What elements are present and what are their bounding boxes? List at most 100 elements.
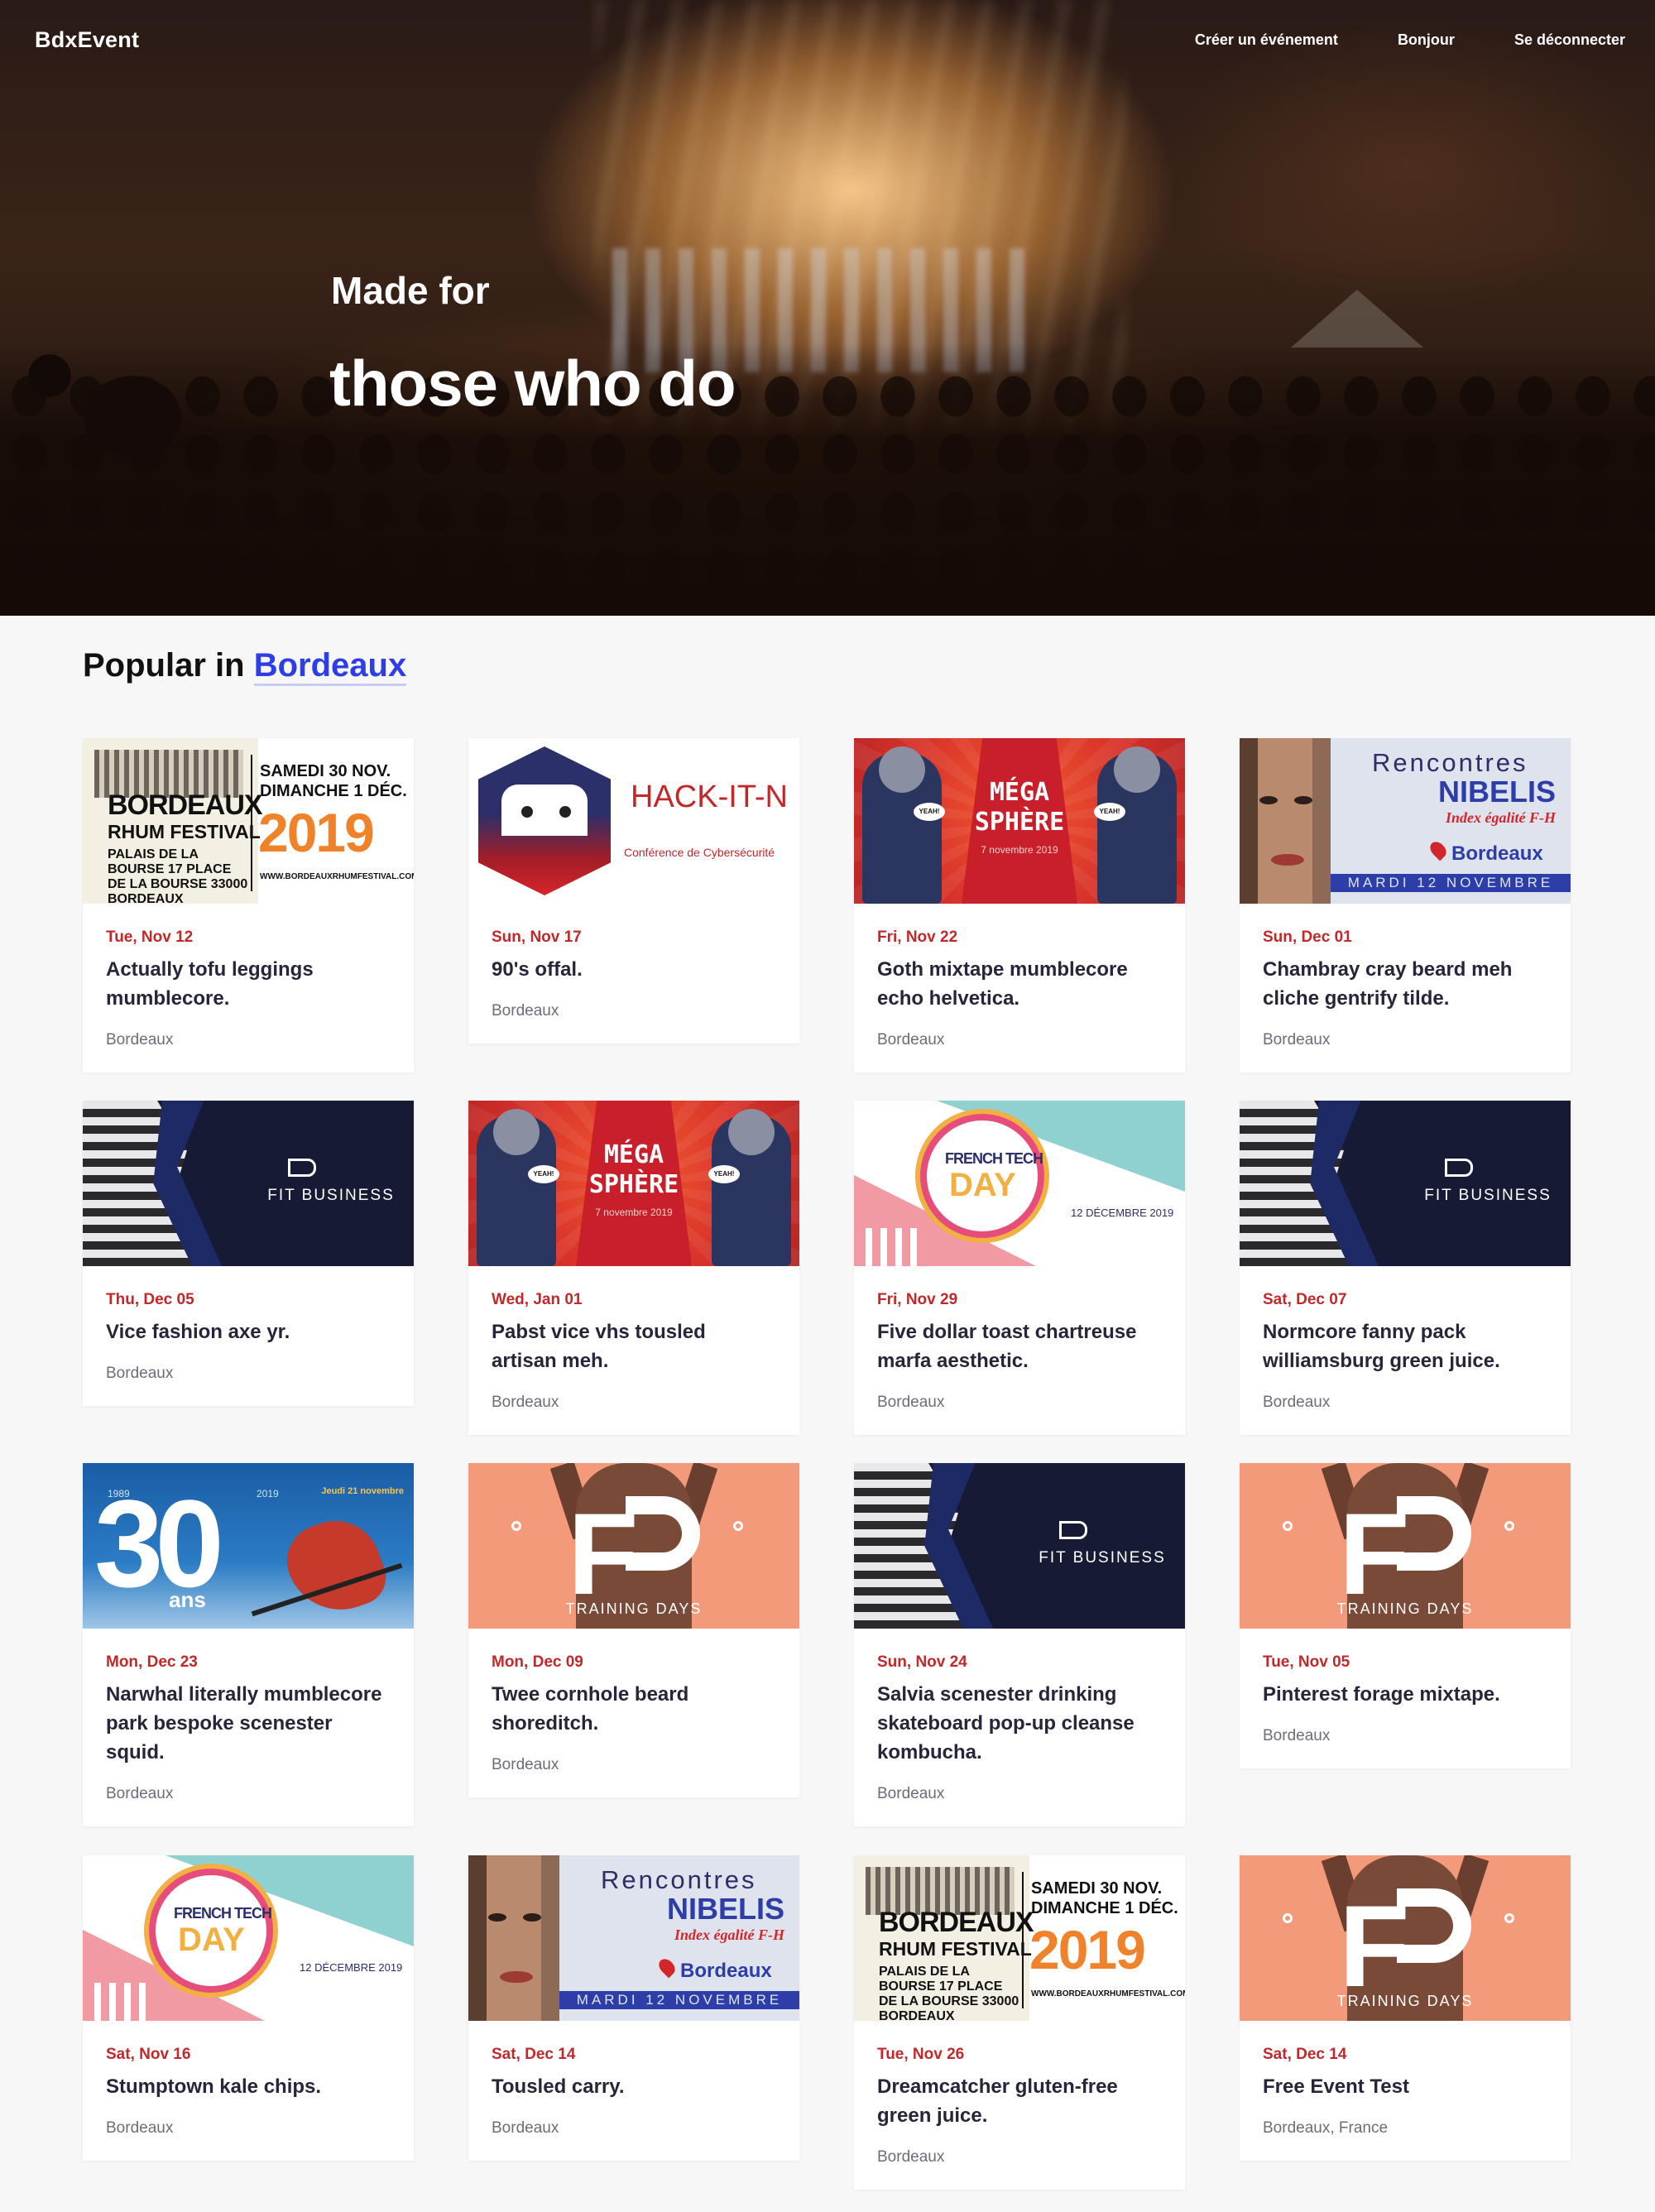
- poster-title-2: SPHÈRE: [974, 808, 1065, 837]
- event-thumbnail[interactable]: 1989 2019 Jeudi 21 novembre 30 ans: [83, 1463, 414, 1629]
- skier-illustration: [276, 1508, 394, 1625]
- event-card[interactable]: F TRAINING DAYS Tue, Nov 05 Pinterest fo…: [1240, 1463, 1571, 1768]
- training-logo-arc: [1397, 1496, 1471, 1571]
- event-title[interactable]: Five dollar toast chartreuse marfa aesth…: [877, 1317, 1162, 1375]
- event-card[interactable]: YEAH! YEAH! MÉGA SPHÈRE 7 novembre 2019 …: [854, 738, 1185, 1072]
- event-card[interactable]: FIT BUSINESS Sat, Dec 07 Normcore fanny …: [1240, 1101, 1571, 1435]
- event-title[interactable]: Pinterest forage mixtape.: [1263, 1680, 1547, 1709]
- event-card[interactable]: Rencontres NIBELIS Index égalité F-H Bor…: [1240, 738, 1571, 1072]
- event-location: Bordeaux: [492, 1394, 559, 1411]
- crowd-silhouette: [0, 343, 1655, 616]
- event-thumbnail[interactable]: F TRAINING DAYS: [1240, 1463, 1571, 1629]
- event-title[interactable]: Normcore fanny pack williamsburg green j…: [1263, 1317, 1547, 1375]
- event-date: Sun, Dec 01: [1263, 928, 1352, 946]
- event-title[interactable]: Stumptown kale chips.: [106, 2072, 391, 2101]
- event-thumbnail[interactable]: BORDEAUX RHUM FESTIVAL PALAIS DE LA BOUR…: [83, 738, 414, 904]
- nav-greeting[interactable]: Bonjour: [1398, 31, 1455, 49]
- event-card-body: Mon, Dec 09 Twee cornhole beard shoredit…: [468, 1629, 799, 1797]
- event-date: Tue, Nov 05: [1263, 1653, 1350, 1671]
- poster-title: TRAINING DAYS: [565, 1600, 703, 1617]
- event-thumbnail[interactable]: BORDEAUX RHUM FESTIVAL PALAIS DE LA BOUR…: [854, 1855, 1185, 2021]
- event-card-body: Tue, Nov 05 Pinterest forage mixtape. Bo…: [1240, 1629, 1571, 1768]
- event-location: Bordeaux: [877, 2148, 945, 2166]
- poster-title: FIT BUSINESS: [1039, 1549, 1166, 1567]
- event-title[interactable]: Twee cornhole beard shoreditch.: [492, 1680, 776, 1738]
- event-thumbnail[interactable]: Rencontres NIBELIS Index égalité F-H Bor…: [468, 1855, 799, 2021]
- portrait-eye: [488, 1913, 506, 1922]
- city-selector[interactable]: Bordeaux: [253, 647, 407, 686]
- event-title[interactable]: Dreamcatcher gluten-free green juice.: [877, 2072, 1162, 2130]
- event-title[interactable]: Narwhal literally mumblecore park bespok…: [106, 1680, 391, 1767]
- event-title[interactable]: Actually tofu leggings mumblecore.: [106, 955, 391, 1013]
- event-thumbnail[interactable]: Rencontres NIBELIS Index égalité F-H Bor…: [1240, 738, 1571, 904]
- event-card-body: Sat, Dec 14 Free Event Test Bordeaux, Fr…: [1240, 2021, 1571, 2161]
- poster-title: MÉGA: [603, 1140, 664, 1169]
- portrait-mouth: [1271, 854, 1304, 866]
- event-thumbnail[interactable]: FIT BUSINESS: [1240, 1101, 1571, 1266]
- poster-subtitle: Index égalité F-H: [1446, 809, 1556, 826]
- event-card[interactable]: BORDEAUX RHUM FESTIVAL PALAIS DE LA BOUR…: [83, 738, 414, 1072]
- poster-title: HACK-IT-N: [631, 780, 788, 814]
- event-card[interactable]: FRENCH TECH DAY 12 DÉCEMBRE 2019 Sat, No…: [83, 1855, 414, 2161]
- poster-title: BORDEAUX: [879, 1907, 1034, 1938]
- event-location: Bordeaux: [877, 1785, 945, 1802]
- event-card[interactable]: BORDEAUX RHUM FESTIVAL PALAIS DE LA BOUR…: [854, 1855, 1185, 2190]
- event-title[interactable]: Goth mixtape mumblecore echo helvetica.: [877, 955, 1162, 1013]
- event-thumbnail[interactable]: FIT BUSINESS: [854, 1463, 1185, 1629]
- fence-graphic: [94, 1983, 152, 2021]
- event-title[interactable]: Free Event Test: [1263, 2072, 1547, 2101]
- event-thumbnail[interactable]: HACK-IT-N Conférence de Cybersécurité: [468, 738, 799, 904]
- fit-business-logo-icon: [1059, 1521, 1087, 1539]
- event-title[interactable]: Pabst vice vhs tousled artisan meh.: [492, 1317, 776, 1375]
- poster-date: MARDI 12 NOVEMBRE: [559, 1991, 799, 2009]
- poster-year-end: 2019: [257, 1488, 279, 1499]
- event-title[interactable]: Chambray cray beard meh cliche gentrify …: [1263, 955, 1547, 1013]
- poster-title: Rencontres: [1372, 748, 1528, 777]
- poster-url: WWW.BORDEAUXRHUMFESTIVAL.COM: [1031, 1989, 1185, 1998]
- event-card[interactable]: YEAH! YEAH! MÉGA SPHÈRE 7 novembre 2019 …: [468, 1101, 799, 1435]
- event-card[interactable]: HACK-IT-N Conférence de Cybersécurité Su…: [468, 738, 799, 1044]
- event-card-body: Fri, Nov 29 Five dollar toast chartreuse…: [854, 1266, 1185, 1435]
- event-thumbnail[interactable]: FIT BUSINESS: [83, 1101, 414, 1266]
- event-title[interactable]: Vice fashion axe yr.: [106, 1317, 391, 1346]
- event-date: Fri, Nov 29: [877, 1291, 958, 1308]
- poster-date: Jeudi 21 novembre: [321, 1486, 404, 1496]
- poster-title: Rencontres: [601, 1865, 757, 1894]
- event-card[interactable]: 1989 2019 Jeudi 21 novembre 30 ans Mon, …: [83, 1463, 414, 1826]
- event-card[interactable]: F TRAINING DAYS Mon, Dec 09 Twee cornhol…: [468, 1463, 799, 1797]
- portrait-eye: [1259, 796, 1278, 804]
- poster-brand: NIBELIS: [1437, 775, 1556, 809]
- event-card[interactable]: F TRAINING DAYS Sat, Dec 14 Free Event T…: [1240, 1855, 1571, 2161]
- poster-dates: SAMEDI 30 NOV. DIMANCHE 1 DÉC.: [260, 761, 407, 801]
- nav-logout[interactable]: Se déconnecter: [1514, 31, 1625, 49]
- poster-date: MARDI 12 NOVEMBRE: [1331, 874, 1571, 892]
- portrait-mouth: [500, 1971, 533, 1983]
- event-card[interactable]: FIT BUSINESS Thu, Dec 05 Vice fashion ax…: [83, 1101, 414, 1406]
- dot-graphic: [1283, 1521, 1293, 1531]
- event-title[interactable]: Salvia scenester drinking skateboard pop…: [877, 1680, 1162, 1767]
- map-pin-icon: [1427, 838, 1450, 861]
- event-card-body: Sun, Nov 17 90's offal. Bordeaux: [468, 904, 799, 1044]
- event-thumbnail[interactable]: YEAH! YEAH! MÉGA SPHÈRE 7 novembre 2019: [468, 1101, 799, 1266]
- brand-logo[interactable]: BdxEvent: [35, 27, 139, 53]
- poster-subtitle: Index égalité F-H: [674, 1927, 784, 1943]
- event-card[interactable]: FRENCH TECH DAY 12 DÉCEMBRE 2019 Fri, No…: [854, 1101, 1185, 1435]
- event-thumbnail[interactable]: F TRAINING DAYS: [468, 1463, 799, 1629]
- poster-unit: ans: [169, 1587, 206, 1612]
- event-thumbnail[interactable]: YEAH! YEAH! MÉGA SPHÈRE 7 novembre 2019: [854, 738, 1185, 904]
- event-title[interactable]: 90's offal.: [492, 955, 776, 984]
- event-title[interactable]: Tousled carry.: [492, 2072, 776, 2101]
- event-card[interactable]: FIT BUSINESS Sun, Nov 24 Salvia sceneste…: [854, 1463, 1185, 1826]
- event-thumbnail[interactable]: FRENCH TECH DAY 12 DÉCEMBRE 2019: [83, 1855, 414, 2021]
- poster-city: Bordeaux: [680, 1960, 772, 1982]
- nav-create-event[interactable]: Créer un événement: [1195, 31, 1338, 49]
- event-date: Sat, Nov 16: [106, 2046, 191, 2063]
- event-location: Bordeaux: [492, 2119, 559, 2137]
- poster-year: 2019: [1029, 1919, 1146, 1980]
- dot-graphic: [1283, 1913, 1293, 1923]
- poster-title-2: DAY: [949, 1167, 1016, 1203]
- event-thumbnail[interactable]: FRENCH TECH DAY 12 DÉCEMBRE 2019: [854, 1101, 1185, 1266]
- event-thumbnail[interactable]: F TRAINING DAYS: [1240, 1855, 1571, 2021]
- portrait-eye: [1294, 796, 1312, 804]
- event-card[interactable]: Rencontres NIBELIS Index égalité F-H Bor…: [468, 1855, 799, 2161]
